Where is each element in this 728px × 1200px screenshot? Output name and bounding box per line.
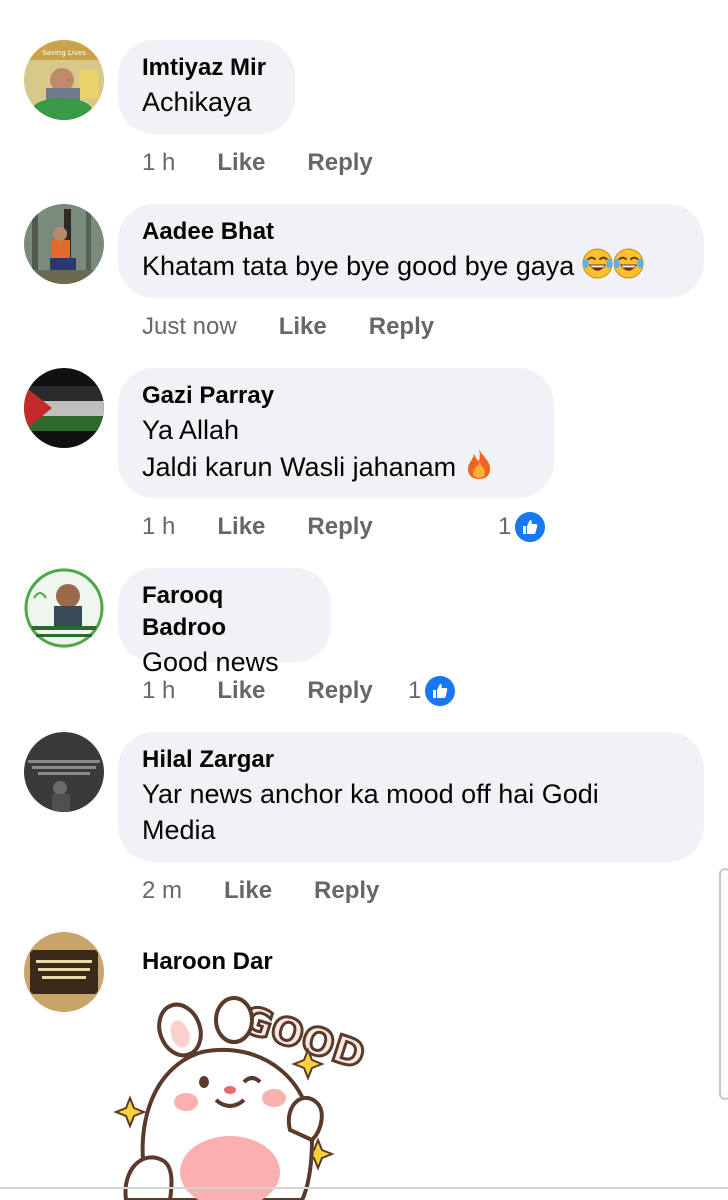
reply-button[interactable]: Reply xyxy=(307,677,372,705)
like-button[interactable]: Like xyxy=(217,149,265,177)
commenter-name[interactable]: Hilal Zargar xyxy=(142,744,680,776)
avatar-image xyxy=(24,732,104,812)
comment-time[interactable]: 2 m xyxy=(142,877,182,905)
comment-text: Achikaya xyxy=(142,87,252,117)
comment-actions: 2 m Like Reply xyxy=(142,871,379,911)
comment-bubble[interactable]: Imtiyaz Mir Achikaya xyxy=(118,40,295,134)
comment-bubble[interactable]: Hilal Zargar Yar news anchor ka mood off… xyxy=(118,732,704,862)
comment-actions: 1 h Like Reply xyxy=(142,671,373,711)
commenter-name[interactable]: Haroon Dar xyxy=(142,946,273,978)
good-bear-sticker[interactable]: GOOD xyxy=(112,990,382,1200)
comment-text: Khatam tata bye bye good bye gaya xyxy=(142,248,680,284)
like-reaction-icon xyxy=(513,510,548,544)
avatar[interactable] xyxy=(24,932,104,1012)
comment-text-content: Khatam tata bye bye good bye gaya xyxy=(142,251,575,281)
comment-text-line: Yar news anchor ka mood off hai Godi xyxy=(142,779,599,809)
bottom-divider xyxy=(0,1187,728,1189)
commenter-name[interactable]: Aadee Bhat xyxy=(142,216,680,248)
commenter-name[interactable]: Imtiyaz Mir xyxy=(142,52,271,84)
reaction-count: 1 xyxy=(498,513,512,540)
comment-bubble[interactable]: Aadee Bhat Khatam tata bye bye good bye … xyxy=(118,204,704,298)
avatar-text: Saving Lives xyxy=(42,49,86,57)
comment-text-line: Media xyxy=(142,815,216,845)
reply-button[interactable]: Reply xyxy=(314,877,379,905)
comment-text-line: Ya Allah xyxy=(142,415,240,445)
avatar[interactable] xyxy=(24,204,104,284)
comment-bubble[interactable]: Farooq Badroo Good news xyxy=(118,568,331,677)
avatar-image xyxy=(24,368,104,448)
comment-actions: 1 h Like Reply xyxy=(142,143,373,183)
like-button[interactable]: Like xyxy=(217,513,265,541)
like-button[interactable]: Like xyxy=(224,877,272,905)
avatar[interactable] xyxy=(24,568,104,648)
like-button[interactable]: Like xyxy=(217,677,265,705)
commenter-name[interactable]: Gazi Parray xyxy=(142,380,530,412)
comment-actions: 1 h Like Reply xyxy=(142,507,373,547)
avatar[interactable]: Saving Lives xyxy=(24,40,104,120)
comment-time[interactable]: 1 h xyxy=(142,677,175,705)
reply-button[interactable]: Reply xyxy=(307,149,372,177)
comment-time[interactable]: 1 h xyxy=(142,149,175,177)
comment-time[interactable]: Just now xyxy=(142,313,237,341)
reply-button[interactable]: Reply xyxy=(307,513,372,541)
comment-time[interactable]: 1 h xyxy=(142,513,175,541)
commenter-name[interactable]: Farooq Badroo xyxy=(142,580,307,644)
avatar-image xyxy=(24,204,104,284)
scrollbar[interactable] xyxy=(719,868,728,1100)
like-button[interactable]: Like xyxy=(279,313,327,341)
avatar-image xyxy=(24,932,104,1012)
avatar[interactable] xyxy=(24,732,104,812)
reaction-summary[interactable]: 1 xyxy=(408,671,458,711)
avatar[interactable] xyxy=(24,368,104,448)
reaction-summary[interactable]: 1 xyxy=(498,507,548,547)
comment-actions: Just now Like Reply xyxy=(142,307,434,347)
comment-text: Jaldi karun Wasli jahanam xyxy=(142,448,530,485)
comment-bubble[interactable]: Gazi Parray Ya Allah Jaldi karun Wasli j… xyxy=(118,368,554,498)
fire-emoji-icon xyxy=(467,449,490,479)
like-reaction-icon xyxy=(423,674,458,708)
comment-text-content: Jaldi karun Wasli jahanam xyxy=(142,452,457,482)
laughing-emoji-icon xyxy=(613,248,644,279)
avatar-image xyxy=(24,568,104,648)
avatar-image: Saving Lives xyxy=(24,40,104,120)
reply-button[interactable]: Reply xyxy=(369,313,434,341)
reaction-count: 1 xyxy=(408,677,422,704)
laughing-emoji-icon xyxy=(582,248,613,279)
